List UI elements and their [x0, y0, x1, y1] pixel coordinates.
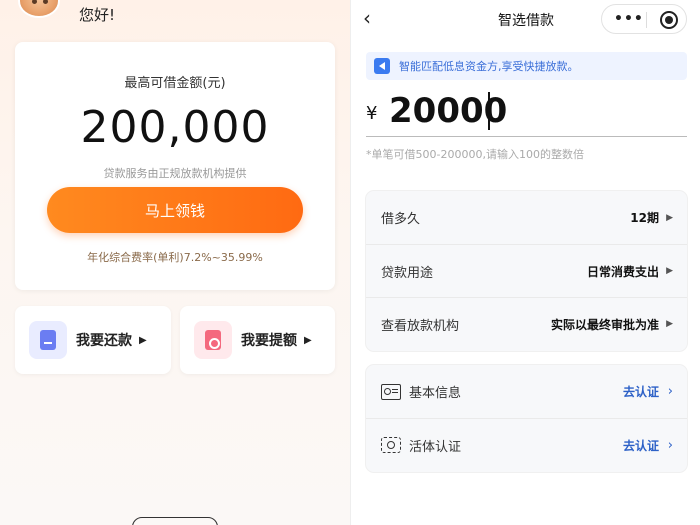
capsule-divider [646, 12, 647, 28]
raise-limit-label: 我要提额 [241, 333, 297, 349]
avatar[interactable] [18, 0, 60, 18]
nav-bar: ‹ 智选借款 ••• [351, 0, 700, 38]
verification-panel: 基本信息 去认证 › 活体认证 去认证 › [366, 365, 687, 472]
bottom-button[interactable] [132, 517, 218, 525]
loan-amount-input[interactable] [389, 88, 679, 134]
verify-action: 去认证 [622, 438, 659, 453]
play-arrow-icon: ▶ [666, 319, 673, 329]
repay-card[interactable]: 我要还款 ▶ [15, 306, 171, 374]
play-arrow-icon: ▶ [666, 266, 673, 276]
amount-note: 贷款服务由正规放款机构提供 [103, 167, 247, 180]
apply-now-button[interactable]: 马上领钱 [47, 187, 303, 233]
verify-label: 基本信息 [409, 386, 462, 401]
text-cursor [488, 92, 490, 130]
term-value: 12期 [630, 211, 659, 225]
loan-screen: ‹ 智选借款 ••• 智能匹配低息资金方,享受快捷放款。 ¥ *单笔可借500-… [350, 0, 700, 525]
more-icon[interactable]: ••• [614, 11, 644, 27]
currency-symbol: ¥ [366, 103, 378, 124]
term-label: 借多久 [381, 212, 421, 227]
speaker-icon [374, 58, 390, 74]
loan-form: 智能匹配低息资金方,享受快捷放款。 ¥ *单笔可借500-200000,请输入1… [351, 38, 700, 525]
greeting: 您好! [79, 6, 116, 24]
raise-limit-card[interactable]: 我要提额 ▶ [180, 306, 335, 374]
rate-text: 年化综合费率(单利)7.2%~35.99% [87, 251, 263, 264]
repay-icon [29, 321, 67, 359]
amount-label: 最高可借金额(元) [124, 76, 226, 91]
play-arrow-icon: ▶ [666, 212, 673, 223]
mini-program-capsule: ••• [601, 4, 687, 34]
verify-action: 去认证 [622, 385, 659, 399]
id-card-icon [381, 383, 401, 400]
verify-row-basic-info[interactable]: 基本信息 去认证 › [366, 365, 687, 418]
play-arrow-icon: ▶ [139, 334, 147, 346]
credit-limit-card: 最高可借金额(元) 200,000 贷款服务由正规放款机构提供 马上领钱 年化综… [15, 42, 335, 290]
play-arrow-icon: ▶ [304, 334, 312, 346]
loan-terms-panel: 借多久 12期 ▶ 贷款用途 日常消费支出 ▶ 查看放款机构 实际以最终审批为准… [366, 191, 687, 351]
amount-value: 200,000 [80, 102, 270, 153]
notice-bar: 智能匹配低息资金方,享受快捷放款。 [366, 52, 687, 80]
term-row-purpose[interactable]: 贷款用途 日常消费支出 ▶ [366, 244, 687, 297]
raise-limit-icon [194, 321, 232, 359]
term-value: 日常消费支出 [586, 264, 659, 279]
term-row-lender[interactable]: 查看放款机构 实际以最终审批为准 ▶ [366, 297, 687, 350]
term-row-duration[interactable]: 借多久 12期 ▶ [366, 191, 687, 244]
home-screen: 您好! 最高可借金额(元) 200,000 贷款服务由正规放款机构提供 马上领钱… [0, 0, 350, 525]
repay-label: 我要还款 [76, 333, 132, 349]
chevron-right-icon: › [667, 384, 673, 399]
close-target-icon[interactable] [660, 11, 678, 29]
verify-row-liveness[interactable]: 活体认证 去认证 › [366, 418, 687, 471]
term-label: 贷款用途 [381, 265, 434, 281]
amount-hint: *单笔可借500-200000,请输入100的整数倍 [366, 148, 584, 161]
notice-text: 智能匹配低息资金方,享受快捷放款。 [399, 60, 579, 73]
chevron-right-icon: › [667, 437, 673, 453]
verify-label: 活体认证 [409, 439, 462, 455]
face-scan-icon [381, 437, 401, 453]
term-value: 实际以最终审批为准 [550, 317, 659, 332]
term-label: 查看放款机构 [381, 318, 460, 334]
input-underline [366, 136, 687, 137]
